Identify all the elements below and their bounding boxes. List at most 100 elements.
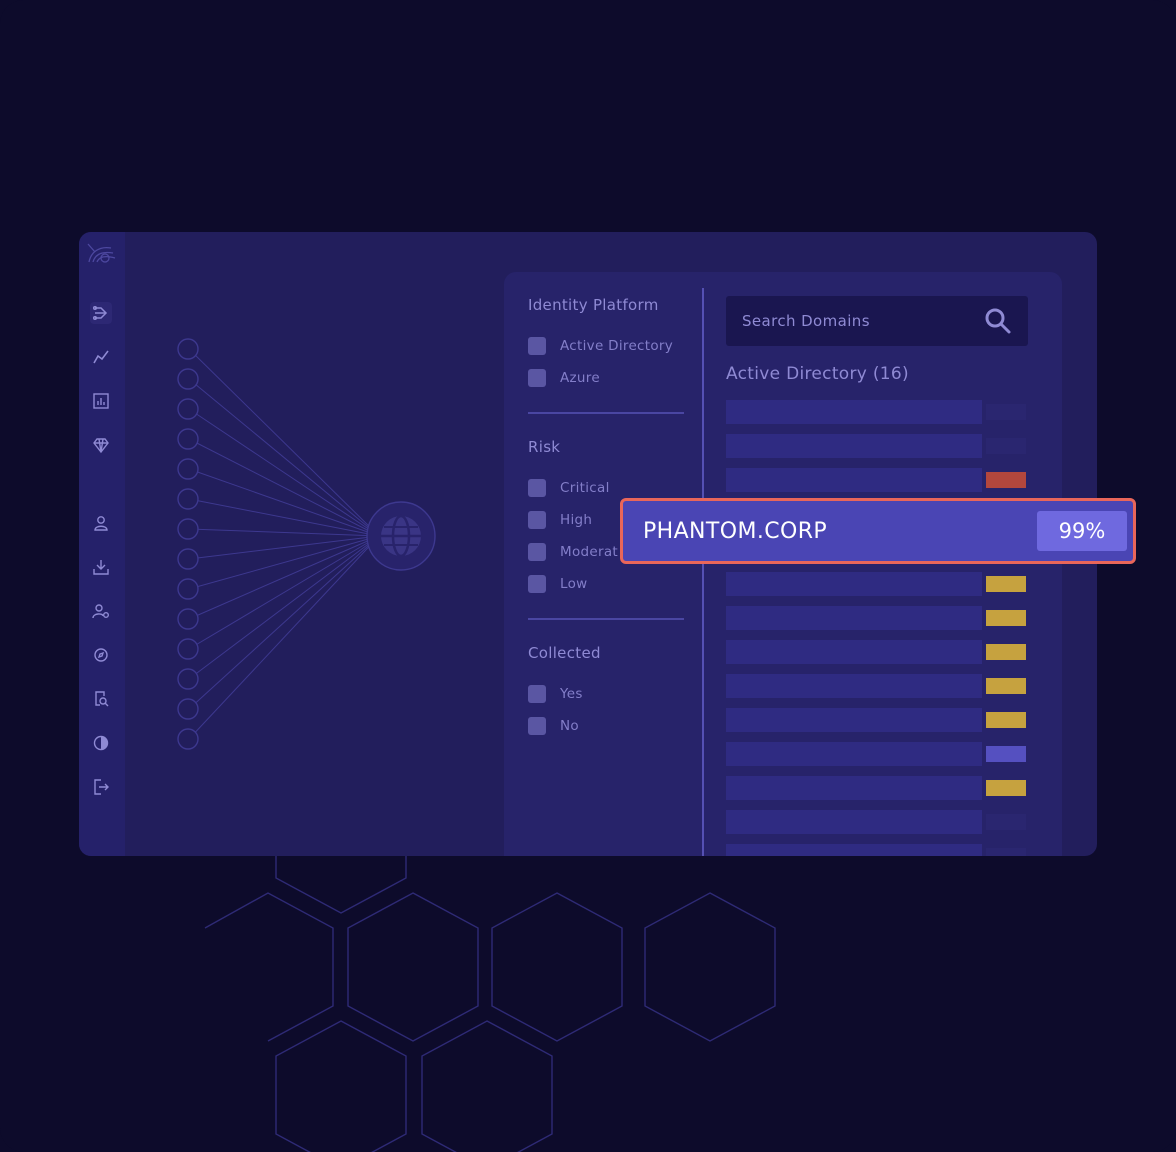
download-icon[interactable] [90,556,112,578]
risk-badge [986,746,1026,762]
contrast-icon[interactable] [90,732,112,754]
graph-edge [188,535,380,680]
risk-badge [986,678,1026,694]
checkbox[interactable] [528,479,546,497]
graph-node [177,728,199,750]
graph-node [177,368,199,390]
graph-node [177,608,199,630]
list-item[interactable] [726,400,1028,424]
list-item[interactable] [726,810,1028,834]
checkbox-label: No [560,718,579,734]
row-bar [726,640,982,664]
graph-node [177,698,199,720]
checkbox[interactable] [528,369,546,387]
user-icon[interactable] [90,512,112,534]
graph-edge [188,535,380,710]
search-icon[interactable] [984,307,1012,335]
row-bar [726,776,982,800]
domain-list-title: Active Directory (16) [726,364,909,384]
list-item[interactable] [726,844,1028,856]
list-item[interactable] [726,708,1028,732]
risk-badge [986,472,1026,488]
filter-option-no[interactable]: No [528,710,698,742]
graph-flow-icon[interactable] [90,302,112,324]
list-item[interactable] [726,572,1028,596]
checkbox[interactable] [528,575,546,593]
checkbox-label: Critical [560,480,610,496]
risk-badge [986,438,1026,454]
graph-node [177,398,199,420]
globe-icon [381,514,421,558]
file-search-icon[interactable] [90,688,112,710]
checkbox-label: Low [560,576,588,592]
list-item[interactable] [726,606,1028,630]
graph-edge [188,535,380,620]
section-divider [528,618,684,620]
search-placeholder: Search Domains [742,312,870,330]
graph-node [177,428,199,450]
checkbox-label: Moderat [560,544,618,560]
risk-badge [986,610,1026,626]
list-item[interactable] [726,468,1028,492]
graph-node [177,338,199,360]
graph-edge [188,348,380,537]
graph-edge [188,408,380,537]
domain-name: PHANTOM.CORP [643,518,828,544]
graph-edge [188,535,380,650]
risk-badge [986,576,1026,592]
list-item[interactable] [726,434,1028,458]
checkbox[interactable] [528,717,546,735]
checkbox-label: High [560,512,593,528]
report-chart-icon[interactable] [90,390,112,412]
logout-icon[interactable] [90,776,112,798]
list-item[interactable] [726,640,1028,664]
filter-option-low[interactable]: Low [528,568,698,600]
checkbox[interactable] [528,337,546,355]
row-bar [726,400,982,424]
risk-badge [986,712,1026,728]
section-divider [528,412,684,414]
row-bar [726,844,982,856]
highlighted-domain-row[interactable]: PHANTOM.CORP 99% [620,498,1136,564]
risk-badge [986,644,1026,660]
risk-badge [986,404,1026,420]
graph-edge [188,468,380,537]
search-input[interactable]: Search Domains [726,296,1028,346]
diamond-icon[interactable] [90,434,112,456]
checkbox-label: Azure [560,370,600,386]
list-item[interactable] [726,674,1028,698]
list-item[interactable] [726,742,1028,766]
row-bar [726,742,982,766]
checkbox-label: Active Directory [560,338,674,354]
list-item[interactable] [726,776,1028,800]
checkbox[interactable] [528,543,546,561]
checkbox[interactable] [528,511,546,529]
user-settings-icon[interactable] [90,600,112,622]
checkbox[interactable] [528,685,546,703]
sidebar [79,232,125,856]
row-bar [726,468,982,492]
risk-badge [986,780,1026,796]
filter-option-active-directory[interactable]: Active Directory [528,330,698,362]
graph-node [177,578,199,600]
risk-badge [986,848,1026,856]
filter-option-azure[interactable]: Azure [528,362,698,394]
filter-title-identity-platform: Identity Platform [528,296,659,314]
panel-divider [702,288,704,856]
screen: Identity Platform Active Directory Azure… [0,0,1176,1152]
filter-title-collected: Collected [528,644,601,662]
row-bar [726,434,982,458]
compass-icon[interactable] [90,644,112,666]
domain-score-badge: 99% [1037,511,1127,551]
trend-line-icon[interactable] [90,346,112,368]
checkbox-label: Yes [560,686,583,702]
graph-node [177,548,199,570]
row-bar [726,674,982,698]
filter-option-yes[interactable]: Yes [528,678,698,710]
graph-edge [188,378,380,537]
graph-edge [188,535,380,740]
row-bar [726,810,982,834]
domain-panel: Identity Platform Active Directory Azure… [504,272,1062,856]
graph-edge [188,535,380,560]
risk-badge [986,814,1026,830]
